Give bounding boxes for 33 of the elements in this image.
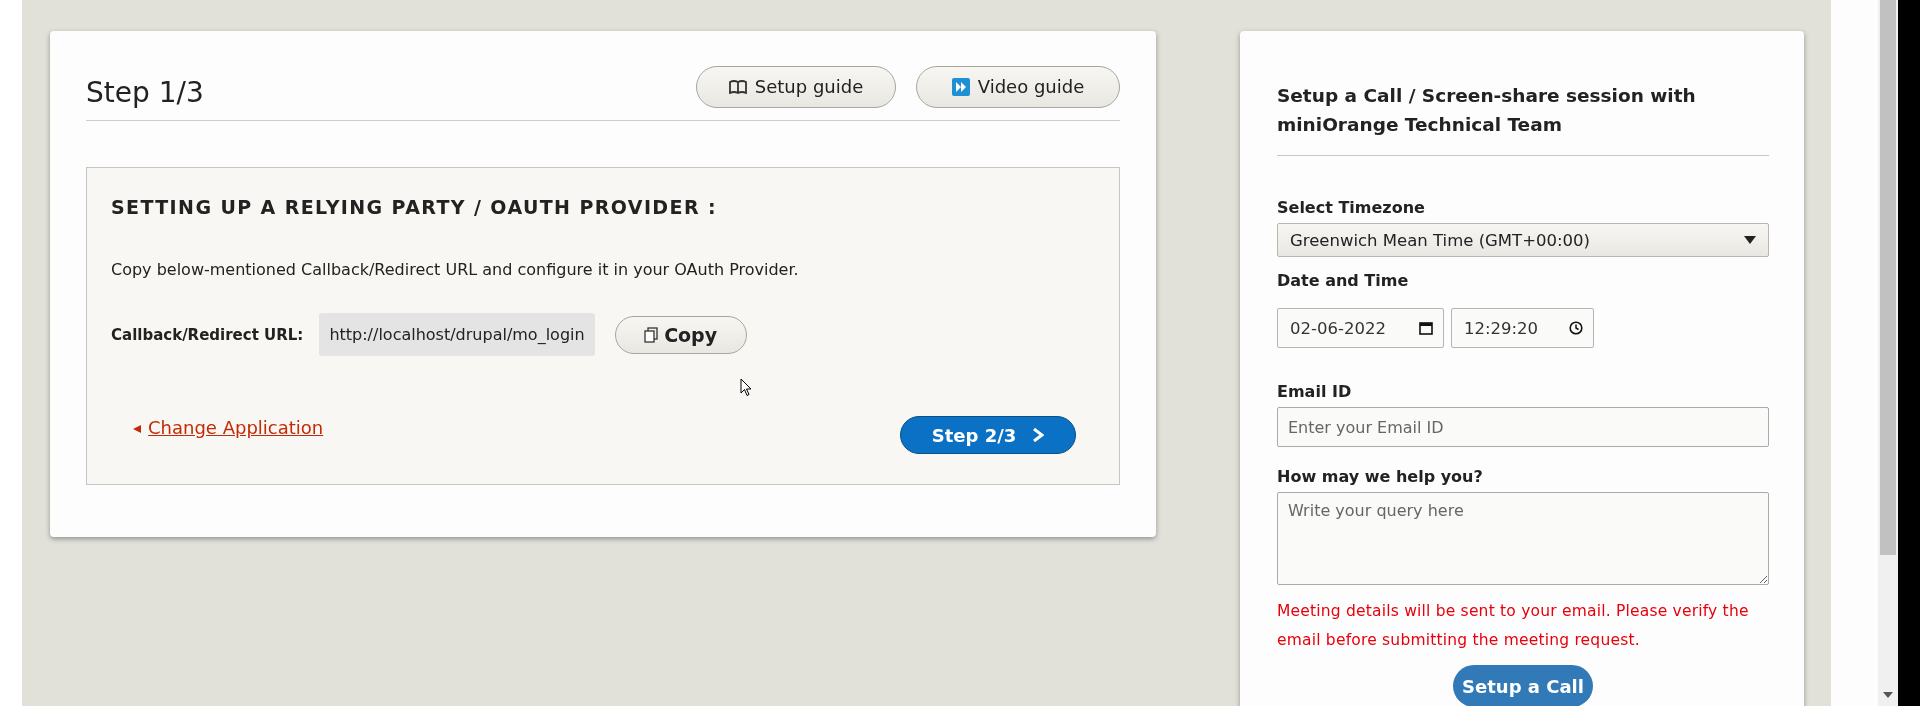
call-title: Setup a Call / Screen-share session with miniOrange Technical Team bbox=[1277, 81, 1769, 156]
copy-button[interactable]: Copy bbox=[614, 315, 747, 354]
section-heading: SETTING UP A RELYING PARTY / OAUTH PROVIDER : bbox=[111, 196, 718, 218]
url-field[interactable]: http://localhost/drupal/mo_login bbox=[319, 313, 595, 356]
scrollbar[interactable] bbox=[1878, 0, 1898, 706]
step-title: Step 1/3 bbox=[86, 75, 204, 109]
guide-button[interactable]: Setup guide bbox=[696, 65, 896, 108]
date-field[interactable]: 02-06-2022 bbox=[1277, 308, 1444, 348]
query-field[interactable]: Write your query here bbox=[1277, 492, 1769, 585]
cursor-icon bbox=[740, 378, 752, 397]
change-application-link[interactable]: Change Application bbox=[132, 416, 324, 438]
timezone-select[interactable]: Greenwich Mean Time (GMT+00:00) bbox=[1277, 223, 1769, 257]
copy-icon bbox=[644, 326, 659, 343]
guide-button[interactable]: Video guide bbox=[916, 65, 1120, 108]
field-label: How may we help you? bbox=[1277, 467, 1484, 486]
next-step-button[interactable]: Step 2/3 bbox=[900, 416, 1076, 454]
notice-text: Meeting details will be sent to your email. Please verify the email before submitting the meeting request. bbox=[1277, 601, 1750, 651]
fast-forward-icon bbox=[951, 77, 970, 96]
chevron-icon bbox=[1032, 428, 1045, 442]
field-label: Date and Time bbox=[1277, 271, 1410, 290]
dropdown-icon bbox=[1744, 236, 1756, 244]
field-label: Email ID bbox=[1277, 382, 1353, 401]
clock-icon bbox=[1569, 321, 1583, 335]
setup-call-button[interactable]: Setup a Call bbox=[1453, 665, 1593, 706]
calendar-icon bbox=[1419, 321, 1433, 335]
caret-icon bbox=[132, 423, 142, 434]
email-field[interactable]: Enter your Email ID bbox=[1277, 407, 1769, 447]
field-label: Select Timezone bbox=[1277, 198, 1426, 217]
scroll-down-icon[interactable] bbox=[1883, 692, 1893, 698]
time-field[interactable]: 12:29:20 bbox=[1451, 308, 1594, 348]
url-label: Callback/Redirect URL: bbox=[111, 325, 304, 344]
instruction-text: Copy below-mentioned Callback/Redirect URL and configure it in your OAuth Provider. bbox=[111, 260, 800, 279]
book-icon bbox=[728, 79, 747, 94]
